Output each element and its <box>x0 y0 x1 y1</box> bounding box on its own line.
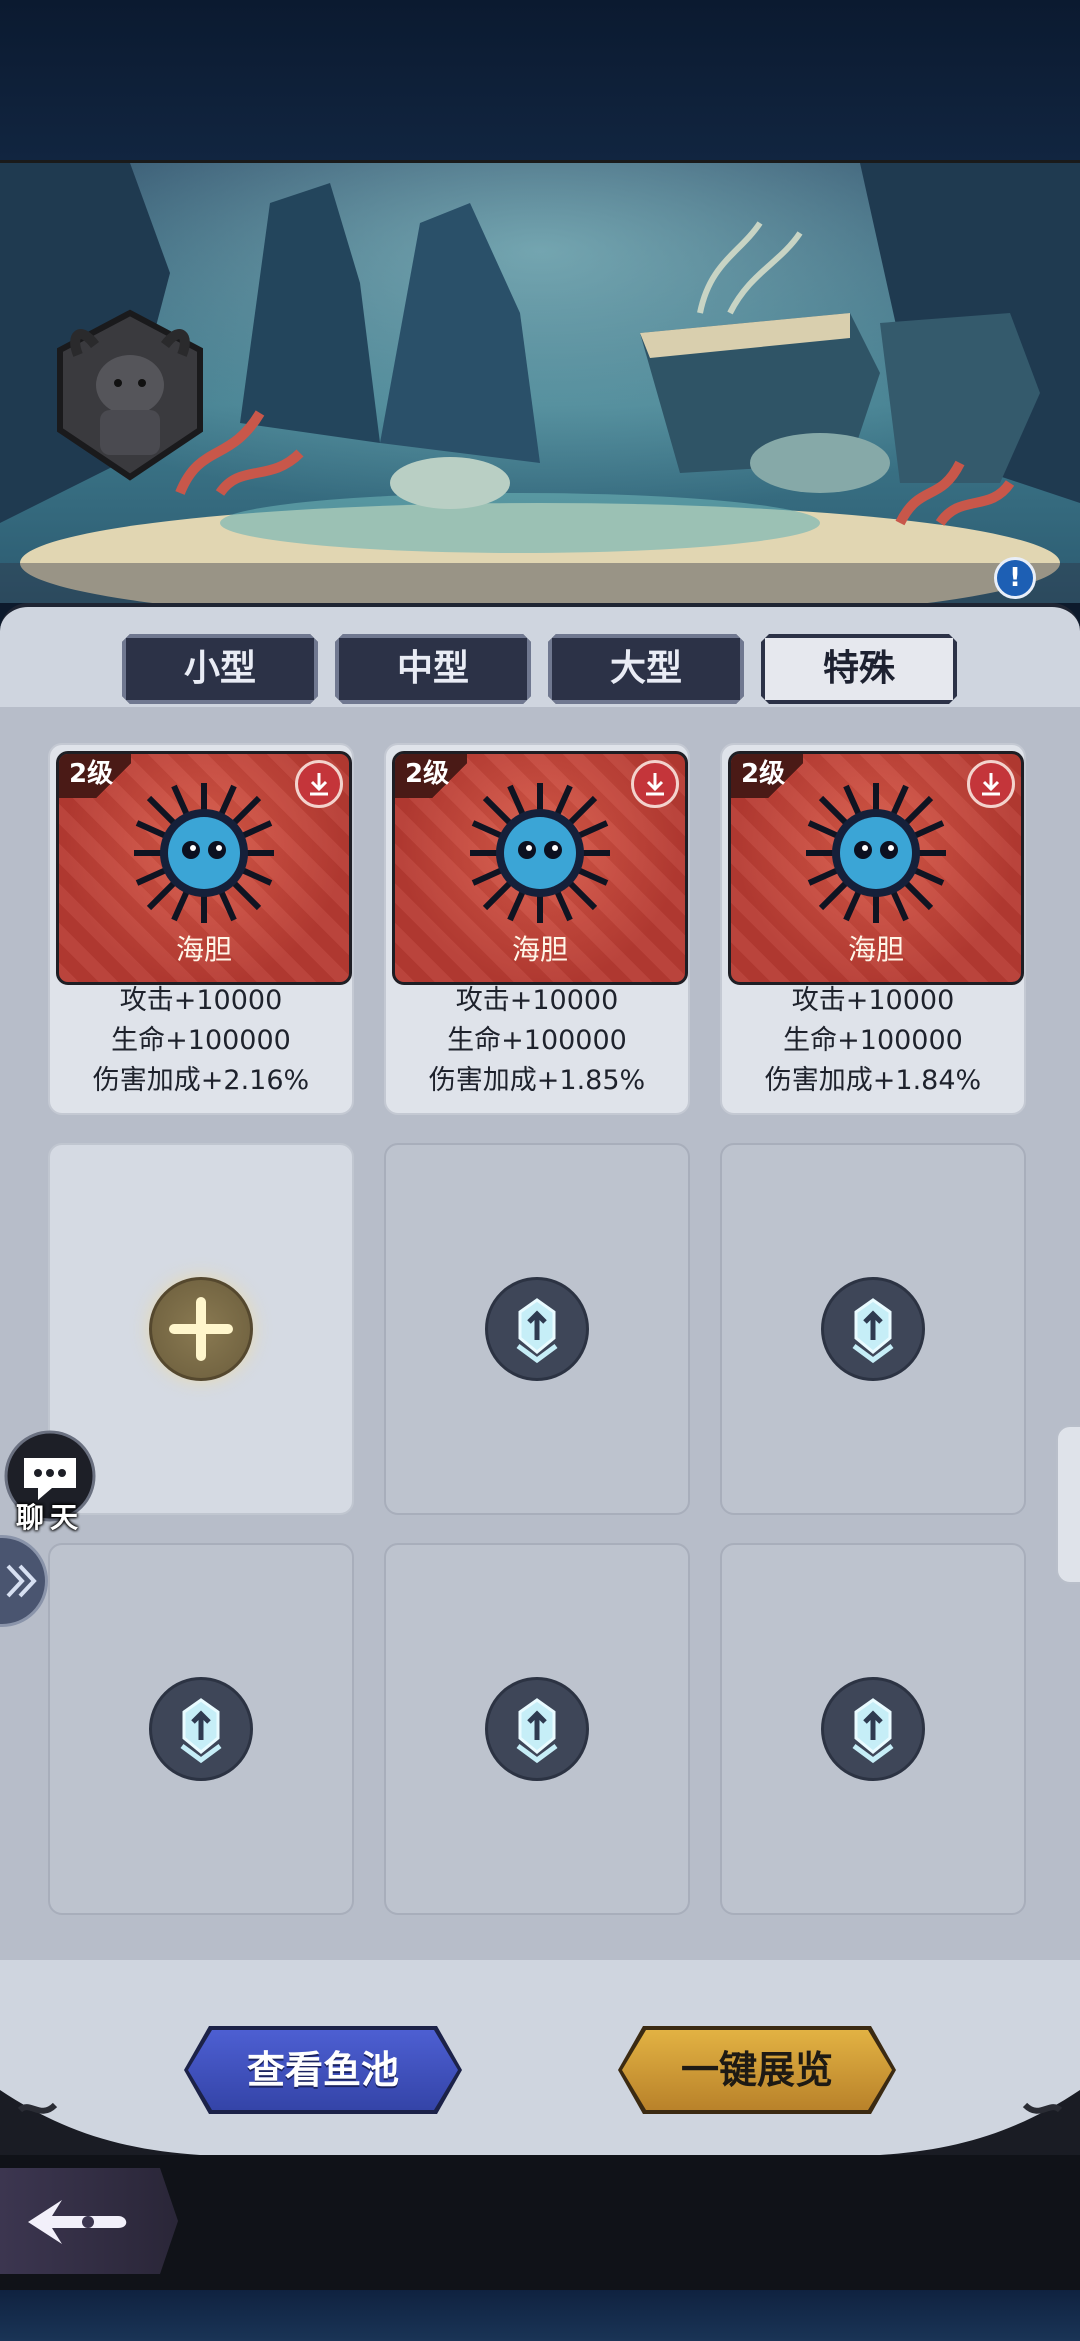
tab-special[interactable]: 特殊 <box>761 634 957 704</box>
locked-slot[interactable] <box>720 1543 1026 1915</box>
bottom-decor-strip <box>0 2290 1080 2341</box>
fish-card[interactable]: 2级 海胆 <box>728 751 1024 985</box>
lock-upgrade-icon <box>821 1677 925 1781</box>
fish-slot-2[interactable]: 2级 海胆 攻击+10000 生命+100000 伤害加成+1.85% <box>384 743 690 1115</box>
sea-urchin-icon <box>470 783 610 923</box>
fish-stats: 攻击+10000 生命+100000 伤害加成+1.84% <box>722 981 1024 1101</box>
expand-sidebar-chevron-icon[interactable] <box>0 1535 48 1627</box>
level-badge: 2级 <box>395 754 467 798</box>
attack-stat: 攻击+10000 <box>791 985 955 1016</box>
lock-upgrade-icon <box>485 1677 589 1781</box>
sea-urchin-icon <box>134 783 274 923</box>
unequip-down-arrow-icon[interactable] <box>295 760 343 808</box>
sea-urchin-icon <box>806 783 946 923</box>
attack-stat: 攻击+10000 <box>119 985 283 1016</box>
damage-bonus-stat: 伤害加成+1.84% <box>764 1065 982 1096</box>
fish-slot-1[interactable]: 2级 海胆 攻击+10000 生命+100000 伤害加成+2.16% <box>48 743 354 1115</box>
plus-icon[interactable] <box>149 1277 253 1381</box>
fish-display-panel: 小型 中型 大型 特殊 2级 海胆 攻击+10000 生命+100000 伤害加… <box>0 603 1080 2157</box>
chat-label[interactable]: 聊天 <box>0 1496 100 1536</box>
locked-slot[interactable] <box>720 1143 1026 1515</box>
fish-stats: 攻击+10000 生命+100000 伤害加成+2.16% <box>50 981 352 1101</box>
top-status-area <box>0 0 1080 160</box>
fish-name: 海胆 <box>511 933 568 966</box>
back-button[interactable] <box>0 2168 178 2274</box>
level-badge: 2级 <box>731 754 803 798</box>
fish-slot-grid: 2级 海胆 攻击+10000 生命+100000 伤害加成+2.16% 2级 海… <box>0 707 1080 1967</box>
fish-stats: 攻击+10000 生命+100000 伤害加成+1.85% <box>386 981 688 1101</box>
ornament-frame <box>0 2090 1080 2160</box>
locked-slot[interactable] <box>384 1543 690 1915</box>
fish-slot-3[interactable]: 2级 海胆 攻击+10000 生命+100000 伤害加成+1.84% <box>720 743 1026 1115</box>
tab-large[interactable]: 大型 <box>548 634 744 704</box>
lock-upgrade-icon <box>821 1277 925 1381</box>
lock-upgrade-icon <box>485 1277 589 1381</box>
fish-card[interactable]: 2级 海胆 <box>56 751 352 985</box>
tab-medium[interactable]: 中型 <box>335 634 531 704</box>
locked-slot[interactable] <box>384 1143 690 1515</box>
back-arrow-icon <box>28 2200 127 2244</box>
attack-stat: 攻击+10000 <box>455 985 619 1016</box>
unequip-down-arrow-icon[interactable] <box>631 760 679 808</box>
view-pool-button[interactable]: 查看鱼池 <box>188 2030 458 2110</box>
hp-stat: 生命+100000 <box>783 1025 963 1056</box>
unequip-down-arrow-icon[interactable] <box>967 760 1015 808</box>
one-click-display-button[interactable]: 一键展览 <box>622 2030 892 2110</box>
fish-name: 海胆 <box>175 933 232 966</box>
locked-slot[interactable] <box>48 1543 354 1915</box>
info-icon[interactable]: ! <box>994 557 1036 599</box>
level-badge: 2级 <box>59 754 131 798</box>
bull-warrior-emblem-icon[interactable] <box>40 305 220 485</box>
fish-name: 海胆 <box>847 933 904 966</box>
damage-bonus-stat: 伤害加成+2.16% <box>92 1065 310 1096</box>
fish-card[interactable]: 2级 海胆 <box>392 751 688 985</box>
side-drawer-handle[interactable] <box>1056 1425 1080 1584</box>
damage-bonus-stat: 伤害加成+1.85% <box>428 1065 646 1096</box>
category-tabs: 小型 中型 大型 特殊 <box>0 622 1080 712</box>
hp-stat: 生命+100000 <box>111 1025 291 1056</box>
tab-small[interactable]: 小型 <box>122 634 318 704</box>
lock-upgrade-icon <box>149 1677 253 1781</box>
hp-stat: 生命+100000 <box>447 1025 627 1056</box>
